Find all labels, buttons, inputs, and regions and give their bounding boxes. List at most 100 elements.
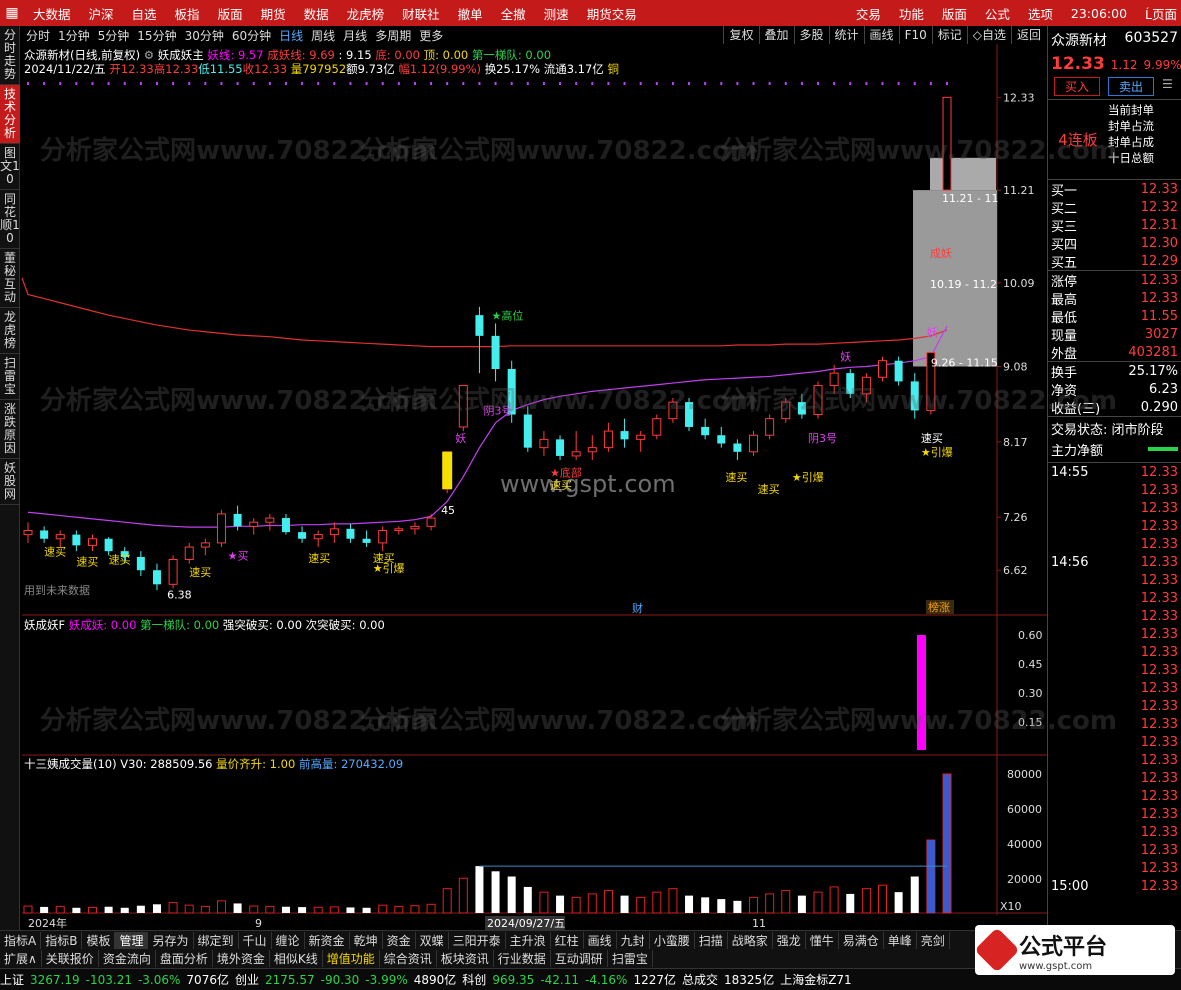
- volume-bar: [765, 893, 775, 914]
- quote-label: 最低: [1051, 310, 1078, 326]
- indicator-tab[interactable]: 模板: [82, 932, 116, 949]
- quote-value: 12.29: [1140, 253, 1178, 269]
- extension-tab[interactable]: 资金流向: [99, 950, 156, 967]
- cai-label: 财: [632, 601, 643, 615]
- volume-bar: [587, 893, 597, 914]
- volume-bar: [136, 905, 145, 913]
- yinbao-label: ★引爆: [921, 445, 953, 459]
- quote-title: 众源新材 603527: [1048, 26, 1181, 54]
- tick-row: 12.33: [1048, 733, 1181, 751]
- extension-tab[interactable]: 增值功能: [323, 950, 380, 967]
- tick-time: 15:00: [1051, 878, 1089, 894]
- suma-label: 速买: [308, 552, 330, 565]
- quote-value: 12.30: [1140, 235, 1178, 251]
- tick-row: 12.33: [1048, 625, 1181, 643]
- indicator-tab[interactable]: 新资金: [305, 932, 350, 949]
- indicator-tab[interactable]: 亮剑: [917, 932, 950, 949]
- buy-button[interactable]: 买入: [1054, 77, 1101, 96]
- extension-tab[interactable]: 扩展∧: [0, 950, 42, 967]
- list-icon[interactable]: ☰: [1162, 77, 1173, 96]
- tick-price: 12.33: [1140, 536, 1178, 552]
- zone-label: 11.21 - 11: [942, 192, 998, 205]
- indicator-tab[interactable]: 小蛮腰: [650, 932, 695, 949]
- value-45: 45: [441, 504, 455, 517]
- tick-row: 12.33: [1048, 643, 1181, 661]
- indicator-tab[interactable]: 缠论: [272, 932, 305, 949]
- extension-tab[interactable]: 板块资讯: [437, 950, 494, 967]
- indicator-tab[interactable]: 指标B: [41, 932, 83, 949]
- candle-body: [346, 528, 355, 539]
- indicator-tab[interactable]: 强龙: [773, 932, 806, 949]
- extension-tab[interactable]: 境外资金: [213, 950, 270, 967]
- indicator-tab[interactable]: 双蝶: [416, 932, 449, 949]
- indicator-tab[interactable]: 九封: [617, 932, 650, 949]
- indicator-tab[interactable]: 扫描: [695, 932, 728, 949]
- home-button[interactable]: Ĺ页面: [1136, 4, 1181, 23]
- sub2-header: 十三姨成交量(10) V30: 288509.56 量价齐升: 1.00 前高量…: [24, 756, 403, 772]
- suma-label: 速买: [921, 432, 943, 445]
- volume-bar: [475, 866, 484, 913]
- volume-bar: [491, 871, 500, 913]
- indicator-tab[interactable]: 战略家: [728, 932, 773, 949]
- kc-value: 969.35: [492, 972, 535, 987]
- yinbao-label: ★引爆: [792, 470, 824, 484]
- quote-value: 25.17%: [1128, 363, 1178, 379]
- volume-bar: [281, 906, 290, 913]
- tick-price: 12.33: [1140, 716, 1178, 732]
- indicator-tab[interactable]: 资金: [383, 932, 416, 949]
- indicator-tab[interactable]: 另存为: [148, 932, 194, 949]
- candle-body: [298, 532, 307, 539]
- tick-price: 12.33: [1140, 878, 1178, 894]
- price-tick: 11.21: [1003, 184, 1035, 197]
- yinbao-label: ★引爆: [373, 561, 405, 575]
- sub1-second: 次突破买: 0.00: [305, 618, 385, 632]
- indicator-tab[interactable]: 主升浪: [506, 932, 551, 949]
- volume-bar: [668, 888, 678, 914]
- extension-tab[interactable]: 关联报价: [42, 950, 99, 967]
- candle-body: [668, 401, 678, 420]
- candle-body: [136, 556, 145, 571]
- indicator-tab[interactable]: 懂牛: [806, 932, 839, 949]
- quote-row: 收益(三) 0.290: [1048, 398, 1181, 417]
- volume-bar: [829, 886, 839, 914]
- indicator-tab[interactable]: 乾坤: [350, 932, 383, 949]
- indicator-tab[interactable]: 指标A: [0, 932, 42, 949]
- extension-tab[interactable]: 行业数据: [494, 950, 551, 967]
- quote-row: 买四 12.30: [1048, 234, 1181, 253]
- quote-row: 涨停 12.33: [1048, 271, 1181, 290]
- candle-body: [894, 360, 903, 382]
- x-tick: 2024/09/27/五: [487, 917, 565, 930]
- indicator-tab[interactable]: 红柱: [551, 932, 584, 949]
- indicator-tab[interactable]: 管理: [115, 932, 149, 949]
- extension-tab[interactable]: 相似K线: [270, 950, 323, 967]
- x-tick: 2024年: [28, 916, 67, 930]
- indicator-tab[interactable]: 单峰: [884, 932, 917, 949]
- sell-button[interactable]: 卖出: [1108, 77, 1155, 96]
- indicator-tab[interactable]: 千山: [239, 932, 272, 949]
- kc-label: 科创: [462, 973, 487, 987]
- extension-tab[interactable]: 综合资讯: [380, 950, 437, 967]
- indicator-tab[interactable]: 三阳开泰: [449, 932, 506, 949]
- candle-body: [40, 530, 49, 539]
- extension-tab[interactable]: 扫雷宝: [608, 950, 653, 967]
- indicator-tab[interactable]: 画线: [584, 932, 617, 949]
- kc-pct: -4.16%: [585, 972, 628, 987]
- extension-tab[interactable]: 互动调研: [551, 950, 608, 967]
- indicator-tab[interactable]: 绑定到: [194, 932, 239, 949]
- gaowei-label: ★高位: [492, 308, 524, 322]
- quote-row: 换手 25.17%: [1048, 362, 1181, 381]
- volume-bar: [249, 905, 259, 914]
- extension-tab[interactable]: 盘面分析: [156, 950, 213, 967]
- watermark-gspt: www.gspt.com: [500, 470, 676, 498]
- x10-label: X10: [1000, 900, 1022, 913]
- quote-value: 0.290: [1140, 399, 1178, 415]
- kline-chart[interactable]: 12.33 11.21 10.09 9.08 8.17 7.26 6.62 11.21 - 1…: [0, 0, 1047, 930]
- sh-value: 3267.19: [30, 972, 80, 987]
- volume-bar: [539, 891, 549, 914]
- sub1-tick: 0.30: [1018, 687, 1043, 700]
- logo-url: www.gspt.com: [1019, 960, 1093, 972]
- volume-bar: [652, 891, 662, 914]
- tick-row: 12.33: [1048, 679, 1181, 697]
- cy-change: -90.30: [320, 972, 360, 987]
- indicator-tab[interactable]: 易满仓: [839, 932, 884, 949]
